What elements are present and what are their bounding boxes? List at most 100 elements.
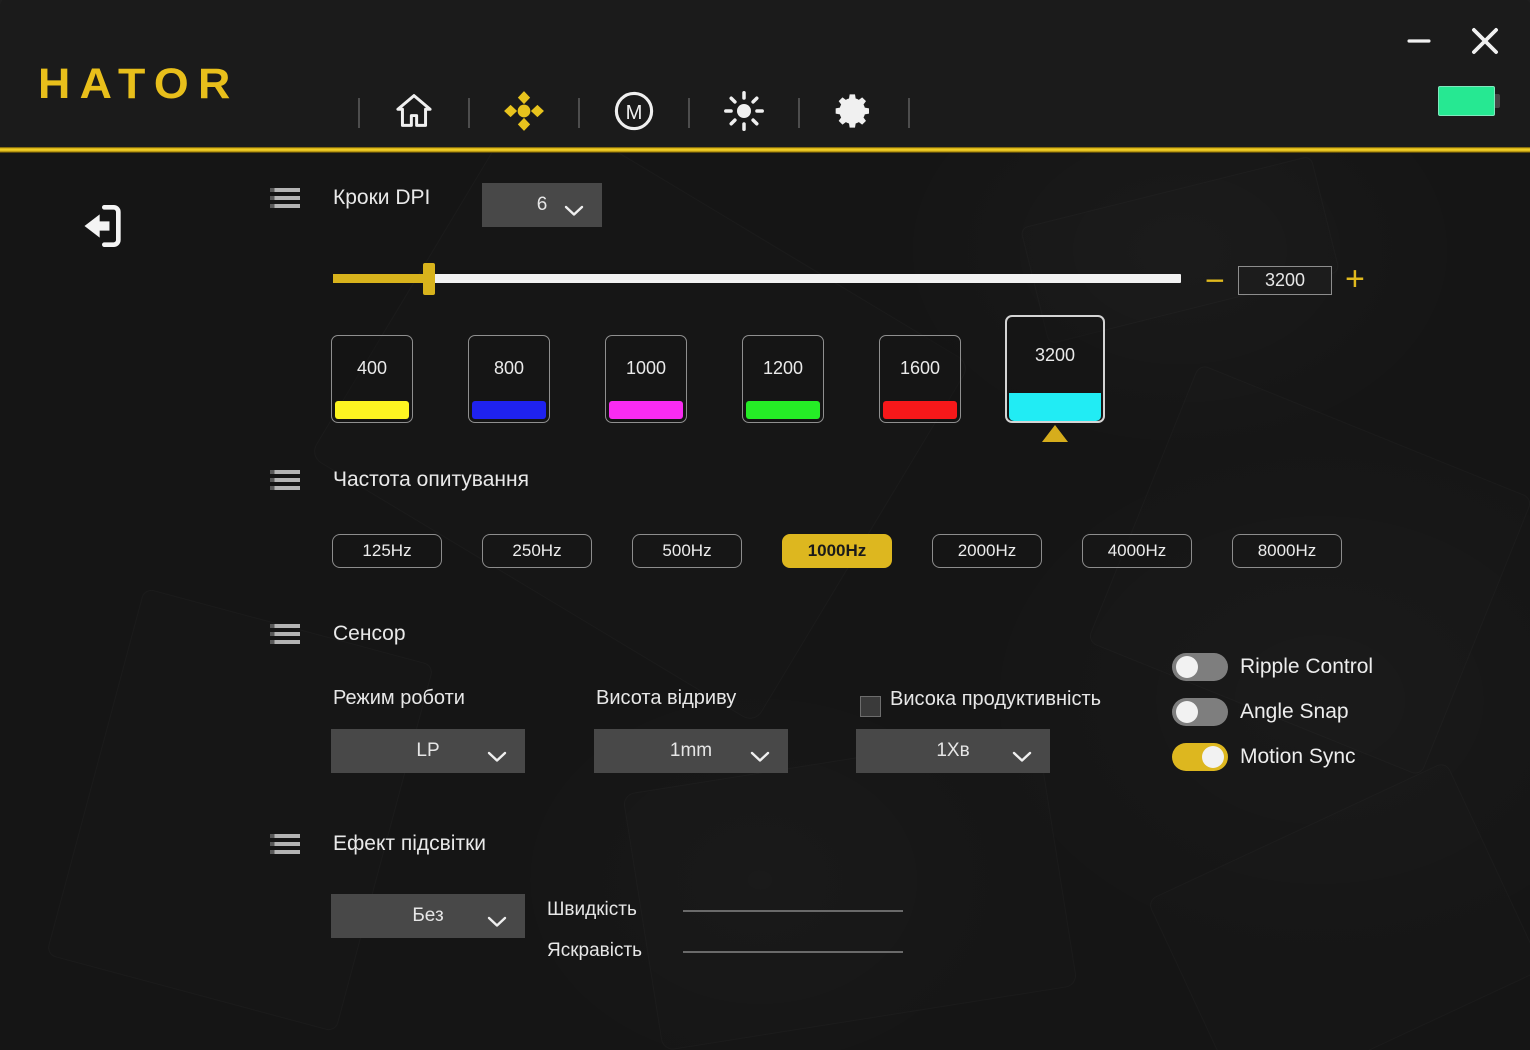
dpi-preset-value: 1200 (762, 358, 804, 378)
polling-option-125hz[interactable]: 125Hz (332, 534, 442, 568)
chevron-down-icon (1012, 747, 1032, 769)
polling-option-8000hz[interactable]: 8000Hz (1232, 534, 1342, 568)
polling-option-250hz[interactable]: 250Hz (482, 534, 592, 568)
lighting-speed-slider[interactable] (683, 910, 903, 912)
nav-settings-button[interactable] (828, 87, 880, 139)
toggle-knob (1176, 701, 1198, 723)
nav-dpi-button[interactable] (498, 87, 550, 139)
dpi-preset-item[interactable]: 1600 (879, 335, 961, 423)
liftoff-height-label: Висота відриву (596, 687, 737, 709)
dpi-slider-track[interactable] (333, 274, 1181, 283)
back-exit-arrow-icon (74, 205, 130, 258)
window-controls (1400, 22, 1504, 60)
liftoff-height-dropdown[interactable]: 1mm (594, 729, 788, 773)
toggle-knob (1202, 746, 1224, 768)
dpi-preset-value: 1000 (625, 358, 667, 378)
close-button[interactable] (1466, 22, 1504, 60)
dpi-slider[interactable] (333, 263, 1181, 295)
macro-m-icon: M (612, 89, 656, 138)
battery-cap (1495, 94, 1500, 108)
bg-texture (1147, 761, 1530, 1050)
chevron-down-icon (750, 747, 770, 769)
dpi-preset-color (609, 401, 683, 419)
nav-separator (798, 98, 800, 128)
home-icon (393, 90, 435, 137)
minimize-button[interactable] (1400, 22, 1438, 60)
svg-text:M: M (626, 102, 643, 124)
lighting-effect-title: Ефект підсвітки (333, 832, 486, 855)
lighting-effect-value: Без (412, 905, 444, 926)
sleep-timeout-dropdown[interactable]: 1Хв (856, 729, 1050, 773)
dpi-preset-item-selected[interactable]: 3200 (1005, 315, 1105, 423)
lighting-speed-label: Швидкість (547, 899, 637, 920)
polling-option-2000hz[interactable]: 2000Hz (932, 534, 1042, 568)
app-logo: HATOR (38, 60, 240, 108)
dpi-increment-button[interactable]: + (1345, 262, 1365, 296)
title-bar: HATOR M (0, 0, 1530, 153)
section-list-icon (270, 188, 300, 210)
dpi-preset-color (1009, 393, 1101, 421)
polling-option-500hz[interactable]: 500Hz (632, 534, 742, 568)
high-performance-checkbox[interactable] (860, 696, 881, 717)
lighting-brightness-label: Яскравість (547, 940, 643, 961)
sensor-mode-label: Режим роботи (333, 687, 465, 709)
chevron-down-icon (564, 201, 584, 223)
nav-macro-button[interactable]: M (608, 87, 660, 139)
dpi-preset-list: 400 800 1000 1200 1600 3200 (331, 315, 1151, 465)
dpi-steps-count-value: 6 (536, 194, 548, 215)
toggle-row-motion-sync: Motion Sync (1172, 743, 1356, 771)
chevron-down-icon (487, 747, 507, 769)
nav-home-button[interactable] (388, 87, 440, 139)
back-exit-button[interactable] (74, 198, 130, 254)
lighting-effect-dropdown[interactable]: Без (331, 894, 525, 938)
dpi-steps-count-dropdown[interactable]: 6 (482, 183, 602, 227)
section-list-icon (270, 624, 300, 646)
ripple-control-toggle[interactable] (1172, 653, 1228, 681)
dpi-preset-item[interactable]: 800 (468, 335, 550, 423)
dpi-preset-value: 3200 (1034, 344, 1076, 365)
dpi-preset-value: 400 (356, 358, 388, 378)
dpi-preset-item[interactable]: 1200 (742, 335, 824, 423)
section-list-icon (270, 834, 300, 856)
nav-lighting-button[interactable] (718, 87, 770, 139)
dpi-steps-title: Кроки DPI (333, 186, 431, 209)
polling-option-1000hz[interactable]: 1000Hz (782, 534, 892, 568)
lighting-brightness-slider[interactable] (683, 951, 903, 953)
nav-separator (468, 98, 470, 128)
bg-texture (622, 729, 1078, 1050)
dpi-preset-item[interactable]: 400 (331, 335, 413, 423)
sensor-title: Сенсор (333, 622, 406, 645)
motion-sync-label: Motion Sync (1240, 745, 1356, 768)
dpi-slider-fill (333, 274, 429, 283)
battery-indicator (1438, 86, 1500, 116)
brightness-sun-icon (723, 90, 765, 137)
toggle-knob (1176, 656, 1198, 678)
bg-texture (46, 588, 434, 1033)
polling-option-4000hz[interactable]: 4000Hz (1082, 534, 1192, 568)
dpi-preset-item[interactable]: 1000 (605, 335, 687, 423)
chevron-down-icon (487, 912, 507, 934)
dpi-preset-value: 800 (493, 358, 525, 378)
dpi-preset-color (335, 401, 409, 419)
angle-snap-label: Angle Snap (1240, 700, 1349, 723)
dpi-preset-color (472, 401, 546, 419)
liftoff-height-value: 1mm (669, 740, 713, 761)
main-navigation: M (330, 82, 938, 144)
dpi-value-input[interactable]: 3200 (1238, 266, 1332, 295)
toggle-row-angle-snap: Angle Snap (1172, 698, 1349, 726)
dpi-preset-color (746, 401, 820, 419)
sensor-mode-dropdown[interactable]: LP (331, 729, 525, 773)
gear-icon (834, 91, 874, 136)
motion-sync-toggle[interactable] (1172, 743, 1228, 771)
section-list-icon (270, 470, 300, 492)
angle-snap-toggle[interactable] (1172, 698, 1228, 726)
dpi-slider-handle[interactable] (423, 263, 435, 295)
app-window: HATOR M Кроки DPI 6 − 3200 + 400 800 100… (0, 0, 1530, 1050)
dpi-preset-color (883, 401, 957, 419)
dpi-decrement-button[interactable]: − (1205, 264, 1225, 298)
toggle-row-ripple-control: Ripple Control (1172, 653, 1373, 681)
ripple-control-label: Ripple Control (1240, 655, 1374, 678)
nav-separator (688, 98, 690, 128)
nav-separator (578, 98, 580, 128)
polling-rate-title: Частота опитування (333, 468, 529, 491)
